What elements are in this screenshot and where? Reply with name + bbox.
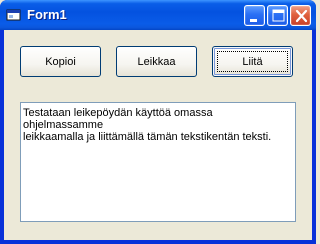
- copy-button[interactable]: Kopioi: [20, 46, 101, 77]
- maximize-button[interactable]: [267, 5, 288, 26]
- close-icon: [295, 9, 308, 23]
- form-client-area: Kopioi Leikkaa Liitä Testataan leikepöyd…: [4, 30, 312, 240]
- maximize-icon: [272, 9, 285, 22]
- text-area[interactable]: Testataan leikepöydän käyttöä omassa ohj…: [20, 102, 296, 222]
- window-title: Form1: [27, 7, 67, 22]
- title-bar[interactable]: Form1: [0, 0, 316, 30]
- app-icon[interactable]: [6, 8, 22, 22]
- minimize-icon: [250, 19, 257, 22]
- cut-button-label: Leikkaa: [137, 55, 176, 68]
- copy-button-label: Kopioi: [45, 55, 76, 68]
- focus-rectangle: [217, 51, 288, 72]
- paste-button[interactable]: Liitä: [212, 46, 293, 77]
- minimize-button[interactable]: [244, 5, 265, 26]
- close-button[interactable]: [290, 5, 311, 26]
- cut-button[interactable]: Leikkaa: [116, 46, 197, 77]
- application-window: Form1 Kopioi Leikkaa Liitä Testataan lei…: [0, 0, 316, 244]
